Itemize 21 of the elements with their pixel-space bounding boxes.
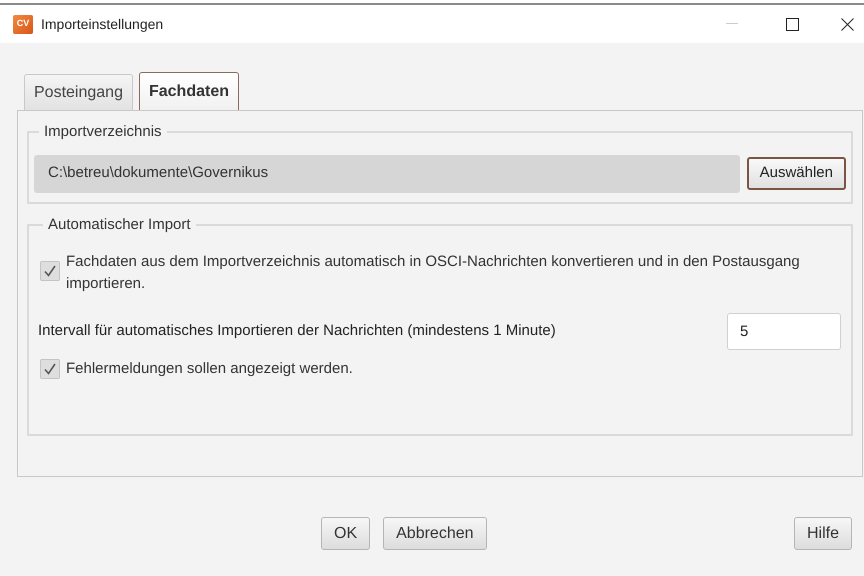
interval-label: Intervall für automatisches Importieren der Nachrichten (mindestens 1 Minute) [38,321,557,342]
help-button[interactable]: Hilfe [794,517,852,550]
group-title: Automatischer Import [47,214,192,234]
checkbox[interactable] [40,359,60,380]
maximize-icon[interactable] [786,18,799,30]
window-title: Importeinstellungen [41,14,164,34]
close-icon[interactable] [841,18,854,30]
checkbox-label: Fachdaten aus dem Importverzeichnis automatisch in OSCI-Nachrichten konvertieren und in den Postausgang importieren. [66,252,801,294]
check-icon [43,362,57,376]
path-field[interactable]: C:\betreu\dokumente\Governikus [34,154,740,192]
checkbox[interactable] [40,261,60,281]
ok-button[interactable]: OK [321,517,370,550]
check-icon [43,264,57,278]
tab[interactable]: Fachdaten [138,72,239,110]
app-logo: CV [13,14,33,34]
tab[interactable]: Posteingang [24,74,133,110]
group-title: Importverzeichnis [43,122,163,142]
checkbox-label: Fehlermeldungen sollen angezeigt werden. [66,359,353,379]
choose-button[interactable]: Auswählen [746,157,846,190]
cancel-button[interactable]: Abbrechen [383,517,487,550]
interval-input[interactable]: 5 [727,313,841,350]
